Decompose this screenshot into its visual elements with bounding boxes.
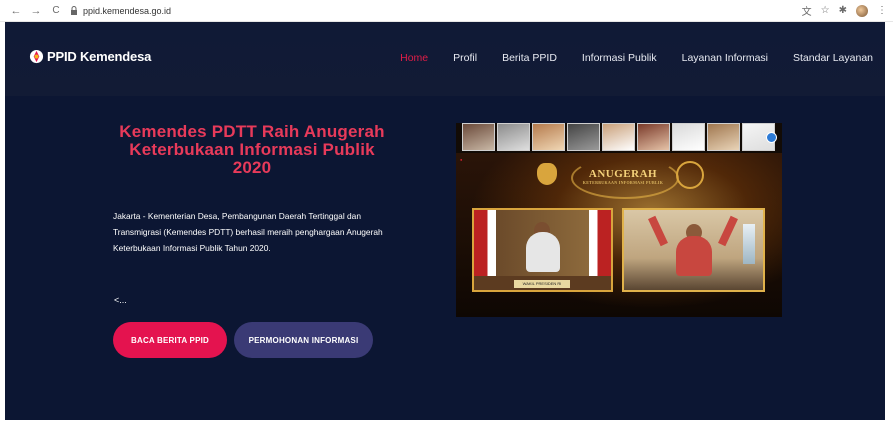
status-dot-icon bbox=[766, 132, 777, 143]
participant-thumbnails bbox=[462, 123, 775, 151]
logo-icon bbox=[29, 49, 44, 64]
address-bar[interactable]: ppid.kemendesa.go.id bbox=[70, 2, 171, 20]
hero-description: Jakarta - Kementerian Desa, Pembangunan … bbox=[113, 211, 383, 253]
star-icon[interactable]: ☆ bbox=[821, 5, 830, 16]
participant-thumb bbox=[567, 123, 600, 151]
nav-home[interactable]: Home bbox=[400, 52, 428, 64]
url-text: ppid.kemendesa.go.id bbox=[83, 5, 172, 16]
award-banner-title: ANUGERAH bbox=[588, 167, 658, 180]
translate-icon[interactable]: 文 bbox=[802, 3, 812, 18]
read-ppid-news-button[interactable]: BACA BERITA PPID bbox=[113, 322, 227, 358]
speaker-body bbox=[526, 232, 560, 272]
profile-avatar[interactable] bbox=[856, 4, 868, 17]
reload-icon[interactable]: C bbox=[48, 3, 64, 19]
brand-link[interactable]: PPID Kemendesa bbox=[29, 49, 151, 64]
menu-icon[interactable]: ⋮ bbox=[877, 5, 887, 16]
hero-more-link[interactable]: <... bbox=[114, 295, 127, 305]
hero-title: Kemendes PDTT Raih Anugerah Keterbukaan … bbox=[119, 122, 385, 177]
back-arrow-icon[interactable]: ← bbox=[8, 3, 24, 19]
award-banner-subtitle: KETERBUKAAN INFORMASI PUBLIK bbox=[582, 179, 664, 185]
lock-icon bbox=[71, 6, 77, 15]
forward-arrow-icon[interactable]: → bbox=[28, 3, 44, 19]
live-indicator: ● bbox=[460, 157, 463, 162]
seal-emblem-icon bbox=[676, 161, 704, 189]
nav-layanan-informasi[interactable]: Layanan Informasi bbox=[682, 52, 768, 64]
hero-video-image: ● ANUGERAH KETERBUKAAN INFORMASI PUBLIK … bbox=[456, 123, 782, 317]
minister-body bbox=[676, 236, 712, 276]
garuda-emblem-icon bbox=[537, 163, 557, 185]
trophy-icon bbox=[743, 224, 755, 264]
main-nav: Home Profil Berita PPID Informasi Publik… bbox=[375, 52, 873, 64]
award-stage: ● ANUGERAH KETERBUKAAN INFORMASI PUBLIK … bbox=[456, 153, 782, 317]
video-panel-right bbox=[622, 208, 765, 292]
information-request-button[interactable]: PERMOHONAN INFORMASI bbox=[234, 322, 373, 358]
brand-name: PPID Kemendesa bbox=[47, 49, 152, 64]
speaker-caption: WAKIL PRESIDEN RI bbox=[514, 280, 570, 288]
website: PPID Kemendesa Home Profil Berita PPID I… bbox=[5, 22, 885, 420]
browser-toolbar: ← → C ppid.kemendesa.go.id 文 ☆ ✱ ⋮ bbox=[0, 0, 893, 22]
extensions-icon[interactable]: ✱ bbox=[839, 5, 847, 16]
participant-thumb bbox=[532, 123, 565, 151]
participant-thumb bbox=[497, 123, 530, 151]
video-panel-left: WAKIL PRESIDEN RI bbox=[472, 208, 613, 292]
nav-profil[interactable]: Profil bbox=[453, 52, 477, 64]
nav-berita-ppid[interactable]: Berita PPID bbox=[502, 52, 557, 64]
nav-informasi-publik[interactable]: Informasi Publik bbox=[582, 52, 657, 64]
participant-thumb bbox=[637, 123, 670, 151]
site-header: PPID Kemendesa Home Profil Berita PPID I… bbox=[5, 22, 885, 96]
award-banner: ANUGERAH KETERBUKAAN INFORMASI PUBLIK bbox=[579, 161, 667, 191]
participant-thumb bbox=[462, 123, 495, 151]
nav-standar-layanan[interactable]: Standar Layanan bbox=[793, 52, 873, 64]
participant-thumb bbox=[672, 123, 705, 151]
participant-thumb bbox=[602, 123, 635, 151]
participant-thumb bbox=[707, 123, 740, 151]
